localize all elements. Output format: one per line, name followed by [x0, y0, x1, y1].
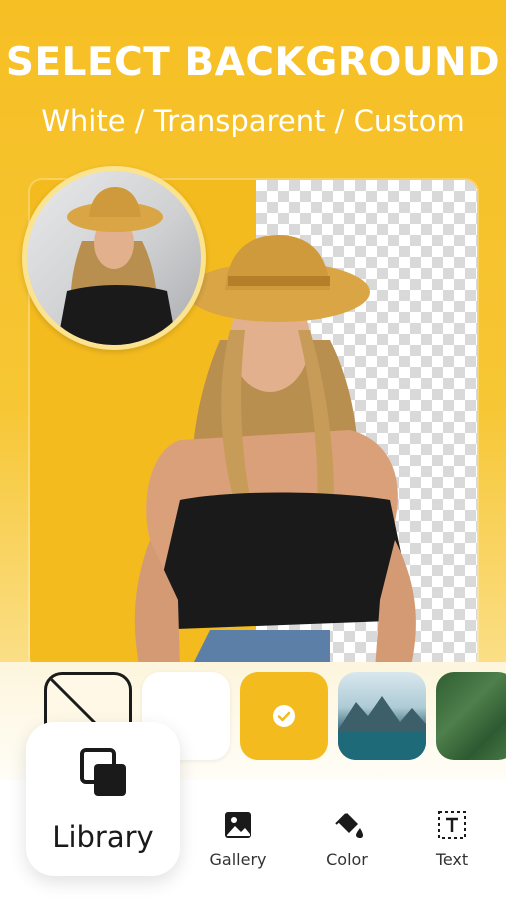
page-subtitle: White / Transparent / Custom: [41, 104, 465, 138]
library-icon: [80, 748, 126, 796]
nav-text-label: Text: [435, 850, 469, 869]
library-label: Library: [52, 820, 154, 854]
original-photo: [57, 187, 177, 345]
gallery-icon: [225, 812, 251, 838]
original-photo-thumbnail[interactable]: [22, 166, 206, 350]
lake-photo: [338, 696, 426, 760]
library-button[interactable]: Library: [26, 722, 180, 876]
text-icon: [438, 811, 466, 839]
nav-color-label: Color: [326, 850, 368, 869]
paint-bucket-icon: [335, 813, 363, 838]
check-icon: [273, 705, 295, 727]
background-option-yellow[interactable]: [240, 672, 328, 760]
nav-gallery-label: Gallery: [209, 850, 267, 869]
background-option-green-leaf-photo[interactable]: [436, 672, 506, 760]
background-option-lake-photo[interactable]: [338, 672, 426, 760]
page-title: SELECT BACKGROUND: [5, 40, 501, 85]
